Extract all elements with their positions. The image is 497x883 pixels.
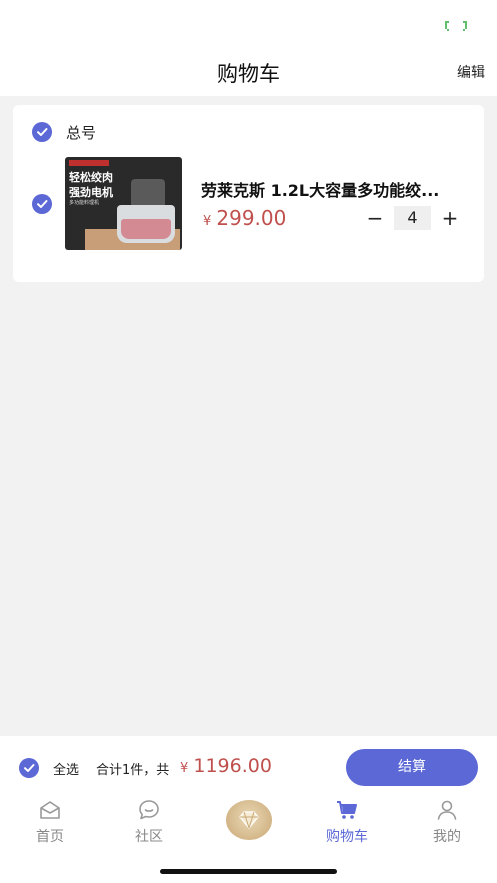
- tab-community[interactable]: 社区: [109, 798, 189, 846]
- order-total: ¥ 1196.00: [180, 755, 272, 777]
- user-icon: [437, 800, 457, 820]
- product-price: ¥ 299.00: [203, 206, 286, 230]
- total-value: 1196.00: [193, 755, 272, 777]
- tab-mine[interactable]: 我的: [407, 798, 487, 846]
- price-value: 299.00: [216, 206, 287, 230]
- home-indicator: [160, 869, 337, 874]
- home-icon: [40, 801, 60, 819]
- shop-name: 总号: [66, 124, 97, 142]
- tab-home[interactable]: 首页: [10, 798, 90, 846]
- edit-button[interactable]: 编辑: [457, 62, 485, 82]
- tab-cart[interactable]: 购物车: [307, 798, 387, 846]
- cart-icon: [337, 801, 357, 819]
- chat-icon: [139, 800, 159, 820]
- total-symbol: ¥: [180, 761, 189, 776]
- order-summary: 合计1件，共: [96, 763, 170, 778]
- cart-shop-card: 总号 轻松绞肉 强劲电机 多功能料理机 劳莱克斯 1.2L大容量多功能绞... …: [13, 105, 484, 282]
- tab-community-label: 社区: [135, 829, 163, 845]
- image-motor-head: [131, 179, 165, 207]
- increase-button[interactable]: +: [439, 206, 461, 230]
- image-banner: [69, 160, 109, 166]
- image-text-line1: 轻松绞肉: [69, 171, 113, 184]
- decrease-button[interactable]: −: [364, 206, 386, 230]
- image-text-line2: 强劲电机: [69, 186, 113, 199]
- price-symbol: ¥: [203, 214, 212, 229]
- item-check-icon[interactable]: [32, 194, 52, 214]
- image-meat: [121, 219, 171, 239]
- page-title: 购物车: [217, 62, 280, 86]
- quantity-input[interactable]: 4: [394, 206, 431, 230]
- checkout-bar: 全选 合计1件，共 ¥ 1196.00 结算: [0, 736, 497, 796]
- checkout-button[interactable]: 结算: [346, 749, 478, 786]
- product-image[interactable]: 轻松绞肉 强劲电机 多功能料理机: [65, 157, 182, 250]
- image-text-line3: 多功能料理机: [69, 200, 100, 206]
- tab-cart-label: 购物车: [326, 829, 368, 845]
- select-all-check-icon[interactable]: [19, 758, 39, 778]
- product-title[interactable]: 劳莱克斯 1.2L大容量多功能绞...: [201, 177, 471, 201]
- center-diamond-button[interactable]: [226, 800, 272, 840]
- fullscreen-icon[interactable]: [443, 20, 469, 32]
- diamond-icon: [239, 811, 259, 829]
- select-all-label[interactable]: 全选: [53, 759, 79, 778]
- quantity-stepper: − 4 +: [364, 206, 461, 230]
- tab-home-label: 首页: [36, 829, 64, 845]
- shop-check-icon[interactable]: [32, 122, 52, 142]
- tab-mine-label: 我的: [433, 829, 461, 845]
- top-bar: 购物车 编辑: [0, 0, 497, 96]
